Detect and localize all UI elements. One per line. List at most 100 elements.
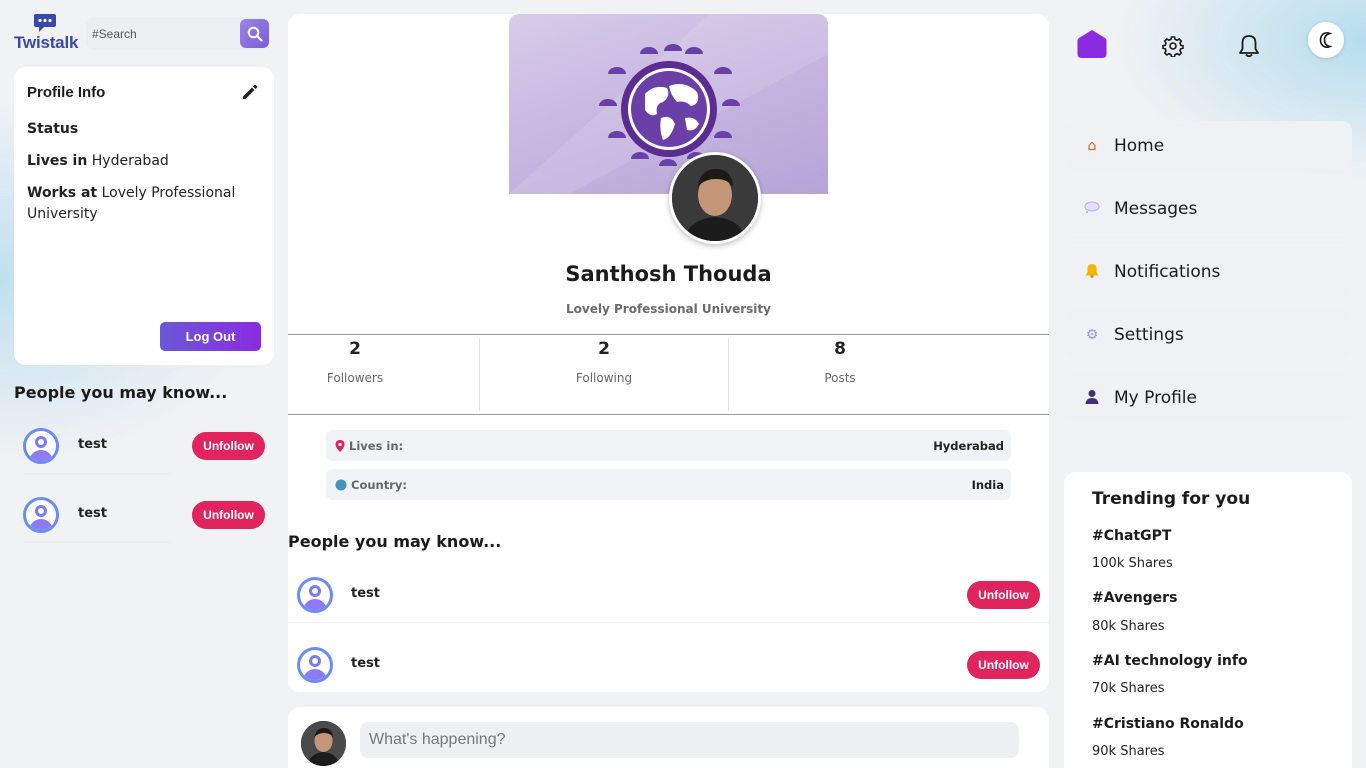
search-input[interactable] [86,17,238,50]
profile-organization: Lovely Professional University [566,302,771,316]
bell-icon [1239,35,1259,58]
trending-card: Trending for you #ChatGPT 100k Shares #A… [1064,472,1352,768]
profile-info-title: Profile Info [27,84,106,101]
app-name: Twistalk [14,33,79,52]
pencil-icon [243,84,258,99]
gear-icon: ⚙ [1085,326,1099,343]
divider [728,338,729,411]
status-label: Status [27,121,79,137]
following-stat[interactable]: 2 Following [564,339,644,385]
search-button[interactable] [240,19,269,48]
user-avatar-icon[interactable] [297,647,333,683]
country-detail-label: Country: [351,477,407,492]
person-name[interactable]: test [78,437,107,452]
trend-count: 80k Shares [1092,619,1165,634]
trend-tag[interactable]: #Cristiano Ronaldo [1092,716,1244,732]
nav-item-messages[interactable]: Messages [1064,184,1352,233]
list-item [297,647,333,683]
divider [288,414,1049,415]
lives-in-detail: Lives in: Hyderabad [326,430,1011,461]
person-name[interactable]: test [78,506,107,521]
country-detail-label-wrap: Country: [335,478,407,492]
search-box [86,17,269,50]
nav-item-my-profile[interactable]: My Profile [1064,373,1352,422]
nav-label: Home [1114,135,1165,156]
works-at-label: Works at [27,185,98,201]
lives-in-detail-label-wrap: Lives in: [335,439,403,453]
nav-item-notifications[interactable]: Notifications [1064,247,1352,296]
nav-item-home[interactable]: ⌂ Home [1064,121,1352,170]
posts-count: 8 [834,339,846,359]
profile-card: Santhosh Thouda Lovely Professional Univ… [288,14,1049,692]
unfollow-button[interactable]: Unfollow [192,432,265,460]
logout-button[interactable]: Log Out [160,322,261,351]
chat-logo-icon [34,14,56,32]
lives-in-detail-label: Lives in: [349,438,404,453]
pin-icon [335,439,345,452]
cover-image [509,14,828,194]
edit-profile-button[interactable] [240,82,260,106]
person-name[interactable]: test [351,586,380,601]
user-avatar-icon[interactable] [23,497,59,533]
settings-button[interactable] [1161,34,1185,58]
nav-label: Messages [1114,198,1198,219]
user-avatar-icon[interactable] [297,577,333,613]
globe-icon [335,479,347,490]
trend-count: 100k Shares [1092,556,1173,571]
home-shape-button[interactable] [1077,29,1107,59]
followers-stat[interactable]: 2 Followers [315,339,395,385]
dark-mode-toggle[interactable] [1308,22,1344,58]
lives-in-value: Hyderabad [91,153,169,169]
unfollow-button[interactable]: Unfollow [192,501,265,529]
posts-stat[interactable]: 8 Posts [800,339,880,385]
trend-tag[interactable]: #ChatGPT [1092,528,1171,544]
profile-avatar[interactable] [669,152,761,244]
posts-label: Posts [824,371,856,385]
home-hexagon-icon [1077,30,1107,58]
trend-tag[interactable]: #AI technology info [1092,653,1248,669]
user-icon [1082,389,1102,407]
left-people-title: People you may know... [14,383,228,402]
notifications-button[interactable] [1237,33,1261,59]
profile-info-card: Profile Info Status Lives in Hyderabad W… [14,67,274,365]
nav-item-settings[interactable]: ⚙ Settings [1064,310,1352,359]
following-count: 2 [598,339,610,359]
works-at-row: Works at Lovely Professional University [27,183,257,225]
composer-avatar [301,721,346,766]
lives-in-label: Lives in [27,153,88,169]
followers-count: 2 [349,339,361,359]
bell-icon [1082,263,1102,281]
status-row: Status [27,119,257,140]
center-people-title: People you may know... [288,532,502,551]
trending-title: Trending for you [1092,489,1251,509]
divider [288,334,1049,335]
list-item [297,577,333,613]
compose-post-input[interactable] [360,722,1019,758]
divider [479,338,480,411]
list-item [23,428,59,464]
speech-bubble-icon [1082,201,1102,216]
user-avatar-icon[interactable] [23,428,59,464]
country-detail-value: India [971,477,1004,492]
nav-label: My Profile [1114,387,1197,408]
unfollow-button[interactable]: Unfollow [967,581,1040,609]
trend-tag[interactable]: #Avengers [1092,590,1177,606]
post-composer [288,707,1049,768]
trend-count: 70k Shares [1092,681,1165,696]
person-name[interactable]: test [351,656,380,671]
divider [288,622,1049,623]
divider [23,473,173,474]
nav-label: Notifications [1114,261,1221,282]
country-detail: Country: India [326,469,1011,500]
globe-network-icon [509,14,828,194]
lives-in-row: Lives in Hyderabad [27,151,257,172]
nav-label: Settings [1114,324,1184,345]
unfollow-button[interactable]: Unfollow [967,651,1040,679]
search-icon [247,26,263,42]
followers-label: Followers [326,371,384,385]
moon-icon [1319,31,1333,49]
app-logo[interactable]: Twistalk [14,13,79,53]
trend-count: 90k Shares [1092,744,1165,759]
divider [23,542,173,543]
profile-name: Santhosh Thouda [565,262,772,286]
